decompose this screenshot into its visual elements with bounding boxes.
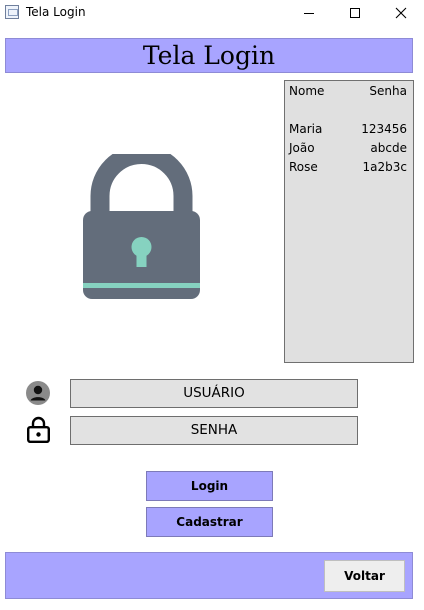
minimize-icon	[304, 13, 314, 14]
close-icon	[395, 7, 407, 19]
close-button[interactable]	[378, 0, 424, 26]
voltar-button[interactable]: Voltar	[324, 560, 405, 592]
table-row-name: João	[289, 141, 315, 155]
lock-icon	[83, 154, 200, 299]
username-field[interactable]: USUÁRIO	[70, 379, 358, 408]
maximize-icon	[350, 8, 360, 18]
minimize-button[interactable]	[286, 0, 332, 26]
window-title: Tela Login	[26, 5, 86, 19]
table-row-password: 1a2b3c	[362, 160, 407, 174]
table-row-password: abcde	[370, 141, 407, 155]
table-header-nome: Nome	[289, 84, 325, 98]
app-window-icon	[5, 5, 19, 19]
table-row-name: Maria	[289, 122, 323, 136]
window-titlebar[interactable]: Tela Login	[0, 0, 424, 26]
table-row-password: 123456	[361, 122, 407, 136]
page-title: Tela Login	[142, 41, 276, 70]
table-header-senha: Senha	[369, 84, 407, 98]
maximize-button[interactable]	[332, 0, 378, 26]
table-row-name: Rose	[289, 160, 318, 174]
users-table: Nome Senha Maria 123456 João abcde Rose …	[284, 80, 414, 363]
padlock-icon	[27, 416, 50, 443]
user-icon	[26, 381, 50, 405]
cadastrar-button[interactable]: Cadastrar	[146, 507, 273, 537]
header-banner: Tela Login	[5, 38, 413, 73]
password-field[interactable]: SENHA	[70, 416, 358, 445]
login-button[interactable]: Login	[146, 471, 273, 501]
